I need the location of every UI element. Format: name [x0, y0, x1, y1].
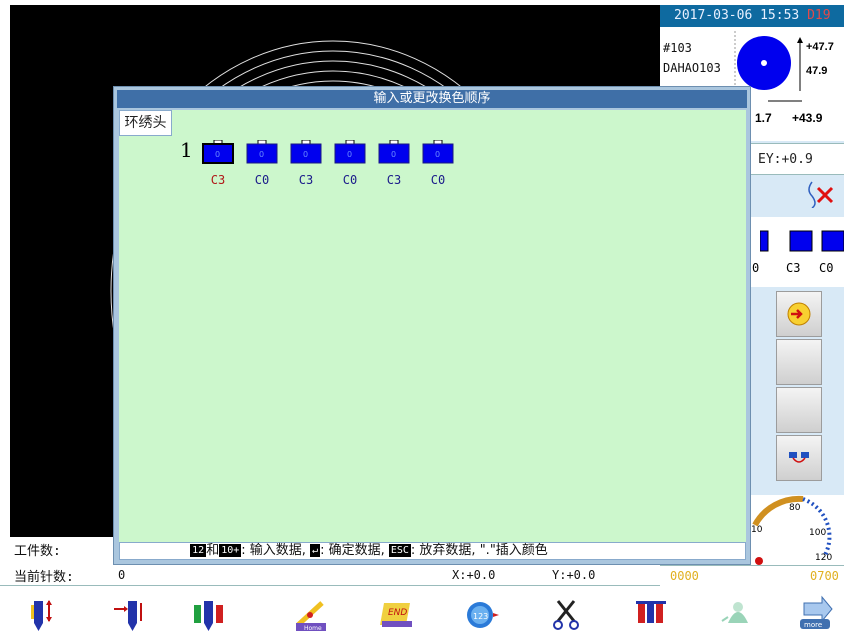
more-icon: more: [800, 595, 833, 629]
frame-move-icon: [114, 601, 142, 631]
counter-row: 0000 0700: [660, 565, 844, 588]
color-spool-3[interactable]: 0: [290, 140, 322, 164]
datetime-bar: 2017-03-06 15:53 D19: [660, 5, 844, 27]
svg-text:0: 0: [303, 150, 308, 159]
color-label-2: C0: [819, 261, 834, 275]
color-label-1: C3: [786, 261, 801, 275]
home-button[interactable]: Home: [292, 595, 332, 635]
datetime-tail: D19: [807, 8, 831, 23]
dim-bottom: +43.9: [792, 111, 823, 125]
help-input-data: : 输入数据,: [241, 543, 311, 558]
thread-break-icon[interactable]: [806, 180, 836, 208]
color-spool-label: C0: [254, 173, 270, 187]
color-spool-2[interactable]: 0: [246, 140, 278, 164]
color-spool-label: C3: [210, 173, 226, 187]
tab-chain-head[interactable]: 环绣头: [119, 110, 172, 136]
head-icon: [721, 602, 748, 623]
help-discard-data: : 放弃数据,: [410, 543, 480, 558]
color-spool-5[interactable]: 0: [378, 140, 410, 164]
dialog-title: 输入或更改换色顺序: [117, 90, 747, 108]
side-button-3[interactable]: [776, 387, 822, 433]
counter-right: 0700: [810, 569, 839, 583]
multi-needle-button[interactable]: [632, 595, 672, 635]
svg-text:0: 0: [435, 150, 440, 159]
end-icon-text: END: [388, 608, 407, 618]
esc-key-icon: ESC: [388, 544, 411, 557]
color-change-button[interactable]: [190, 595, 230, 635]
workpiece-count-label: 工件数:: [14, 544, 61, 559]
color-spool-4[interactable]: 0: [334, 140, 366, 164]
help-insert-color: "."插入颜色: [479, 543, 548, 558]
color-label-0: 0: [752, 261, 760, 275]
enter-key-icon: ↵: [310, 544, 321, 557]
more-icon-text: more: [804, 621, 822, 629]
x-coordinate: X:+0.0: [452, 568, 496, 582]
color-spool-label: C0: [430, 173, 446, 187]
multi-needle-icon: [636, 601, 666, 623]
svg-text:0: 0: [347, 150, 352, 159]
scissors-button[interactable]: [548, 595, 588, 635]
svg-text:0: 0: [215, 150, 220, 159]
dim-right: 47.9: [806, 65, 828, 77]
speed-icon: 123: [467, 602, 499, 628]
current-stitch-value: 0: [118, 568, 126, 582]
color-spool-1[interactable]: 0: [202, 140, 234, 164]
home-icon: Home: [296, 601, 326, 632]
y-coordinate: Y:+0.0: [552, 568, 596, 582]
speed-icon-text: 123: [473, 612, 488, 621]
speed-gauge: 80 10 100 120: [745, 495, 844, 565]
dim-top: +47.7: [806, 41, 834, 53]
speed-tick-10: 10: [751, 525, 763, 535]
dialog-body: 环绣头 1 0 C3 0 C0 0 C3 0 C0 0 C3 0 C0: [119, 110, 746, 542]
bottom-toolbar: Home END 123 more: [0, 590, 844, 639]
dialog-help-bar: 12 和 10+: 输入数据, ↵: 确定数据, ESC: 放弃数据, "."插入颜…: [119, 542, 746, 560]
home-icon-text: Home: [304, 625, 322, 632]
speed-tick-80: 80: [789, 503, 801, 513]
frame-return-icon: [789, 452, 809, 463]
more-button[interactable]: more: [796, 595, 836, 635]
counter-left: 0000: [670, 569, 699, 583]
color-spool-label: C3: [386, 173, 402, 187]
speed-tick-120: 120: [815, 553, 833, 563]
needle-updown-button[interactable]: [20, 595, 60, 635]
frame-return-button[interactable]: [776, 435, 822, 481]
color-spool-label: C3: [298, 173, 314, 187]
color-order-dialog: 输入或更改换色顺序 环绣头 1 0 C3 0 C0 0 C3 0 C0 0 C3 0 C0 12 和 10…: [113, 86, 751, 565]
help-join: 和: [206, 543, 220, 558]
datetime-text: 2017-03-06 15:53: [674, 8, 800, 23]
speed-button[interactable]: 123: [462, 595, 502, 635]
svg-text:0: 0: [259, 150, 264, 159]
help-confirm-data: : 确定数据,: [320, 543, 389, 558]
color-change-icon: [194, 601, 223, 631]
needle-updown-icon: [31, 600, 52, 631]
key-12-icon: 12: [190, 544, 207, 557]
sequence-row-index: 1: [180, 138, 193, 162]
color-spool-6[interactable]: 0: [422, 140, 454, 164]
color-spool-label: C0: [342, 173, 358, 187]
speed-tick-100: 100: [809, 528, 827, 538]
pattern-name: DAHAO103: [663, 61, 721, 75]
scissors-icon: [553, 600, 579, 630]
color-spools-preview: [760, 230, 844, 252]
status-divider: [0, 585, 660, 586]
dim-left: 1.7: [755, 111, 772, 125]
info-button[interactable]: [776, 291, 822, 337]
key-10plus-icon: 10+: [219, 544, 242, 557]
side-button-2[interactable]: [776, 339, 822, 385]
svg-text:0: 0: [391, 150, 396, 159]
pattern-number: #103: [663, 41, 692, 55]
head-button[interactable]: [718, 595, 758, 635]
info-icon: [787, 302, 811, 326]
frame-move-button[interactable]: [110, 595, 150, 635]
end-icon: END: [380, 603, 412, 627]
current-stitch-label: 当前针数:: [14, 570, 74, 585]
end-button[interactable]: END: [378, 595, 418, 635]
